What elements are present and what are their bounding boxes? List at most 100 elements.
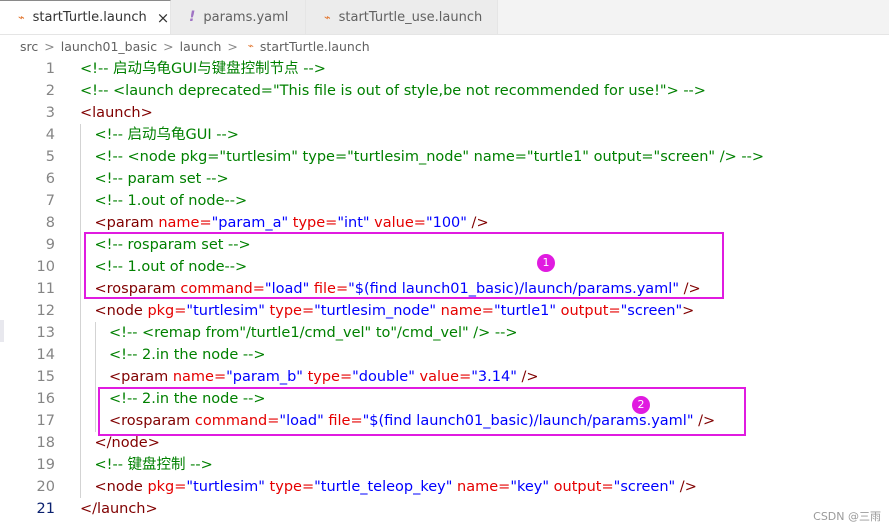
code-text: <node pkg="turtlesim" type="turtlesim_no… (95, 300, 695, 322)
indent-guide (94, 322, 96, 344)
indent-guide (80, 454, 81, 476)
indent-guide (80, 256, 81, 278)
code-token: <!-- 启动乌龟GUI与键盘控制节点 --> (80, 61, 326, 77)
code-token: "screen" (620, 303, 683, 319)
code-token: type= (288, 215, 338, 231)
code-token: <launch> (80, 105, 153, 121)
code-token: name= (168, 369, 227, 385)
annotation-box-1 (84, 232, 724, 299)
indent-guide (80, 410, 81, 432)
code-line[interactable]: 3 <launch> (0, 102, 889, 124)
code-token: "int" (337, 215, 370, 231)
line-number: 14 (36, 347, 55, 363)
rss-icon: ⌁ (18, 11, 25, 24)
code-line[interactable]: 2 <!-- <launch deprecated="This file is o… (0, 80, 889, 102)
tab-starturtle-use-launch[interactable]: ⌁ startTurtle_use.launch (306, 0, 498, 34)
chevron-right-icon: > (44, 38, 55, 54)
code-token: "turtlesim" (186, 479, 265, 495)
indent-guide (94, 388, 96, 410)
code-token: <!-- 1.out of node--> (94, 193, 248, 209)
code-token: "100" (425, 215, 467, 231)
annotation-box-2 (98, 387, 746, 436)
code-token: <!-- 键盘控制 --> (94, 457, 213, 473)
tab-label: startTurtle_use.launch (338, 9, 483, 25)
code-token: name= (452, 479, 511, 495)
indent-guide (80, 124, 81, 146)
code-text: <node pkg="turtlesim" type="turtle_teleo… (95, 476, 697, 498)
code-token: <!-- <node pkg="turtlesim" type="turtles… (94, 149, 764, 165)
code-token: output= (549, 479, 614, 495)
line-number: 16 (36, 391, 55, 407)
line-number: 11 (36, 281, 55, 297)
code-text: <!-- <remap from"/turtle1/cmd_vel" to"/c… (109, 322, 518, 344)
code-text: <!-- 2.in the node --> (109, 344, 266, 366)
line-number: 2 (45, 83, 55, 99)
tab-params-yaml[interactable]: ! params.yaml (171, 0, 306, 34)
code-text: </launch> (80, 498, 158, 520)
code-token: "screen" (613, 479, 676, 495)
indent-guide (94, 366, 96, 388)
code-line[interactable]: 14 <!-- 2.in the node --> (0, 344, 889, 366)
code-line[interactable]: 13 <!-- <remap from"/turtle1/cmd_vel" to"… (0, 322, 889, 344)
line-number: 19 (36, 457, 55, 473)
code-text: <!-- <launch deprecated="This file is ou… (80, 80, 706, 102)
code-token: <!-- param set --> (94, 171, 229, 187)
indent-guide (80, 366, 81, 388)
indent-guide (80, 300, 81, 322)
rss-icon: ⌁ (247, 40, 254, 52)
line-number: 21 (36, 501, 55, 517)
indent-guide (80, 168, 81, 190)
code-token: "double" (352, 369, 415, 385)
code-line[interactable]: 4 <!-- 启动乌龟GUI --> (0, 124, 889, 146)
code-token: output= (556, 303, 621, 319)
breadcrumb: src > launch01_basic > launch > ⌁ startT… (0, 35, 889, 57)
code-text: <!-- 键盘控制 --> (95, 454, 213, 476)
indent-guide (80, 190, 81, 212)
breadcrumb-item[interactable]: launch01_basic (61, 39, 157, 54)
tab-label: startTurtle.launch (32, 10, 147, 25)
tab-bar: ⌁ startTurtle.launch × ! params.yaml ⌁ s… (0, 0, 889, 35)
code-token: <node (94, 479, 143, 495)
code-line[interactable]: 7 <!-- 1.out of node--> (0, 190, 889, 212)
rss-icon: ⌁ (324, 10, 331, 24)
tab-starturtle-launch[interactable]: ⌁ startTurtle.launch × (0, 0, 171, 34)
close-icon[interactable]: × (157, 9, 170, 27)
code-token: "3.14" (471, 369, 517, 385)
line-number: 6 (45, 171, 55, 187)
breadcrumb-item[interactable]: src (20, 39, 38, 54)
code-token: type= (264, 479, 315, 495)
code-token: type= (264, 303, 315, 319)
indent-guide (80, 388, 81, 410)
breadcrumb-item[interactable]: launch (180, 39, 222, 54)
line-number: 13 (36, 325, 55, 341)
code-line[interactable]: 15 <param name="param_b" type="double" va… (0, 366, 889, 388)
line-number: 3 (45, 105, 55, 121)
code-token: "param_a" (211, 215, 289, 231)
code-token: "turtle_teleop_key" (314, 479, 453, 495)
indent-guide (80, 344, 81, 366)
code-line[interactable]: 5 <!-- <node pkg="turtlesim" type="turtle… (0, 146, 889, 168)
code-line[interactable]: 19 <!-- 键盘控制 --> (0, 454, 889, 476)
breadcrumb-item[interactable]: startTurtle.launch (260, 39, 370, 54)
code-token: value= (369, 215, 426, 231)
line-number: 15 (36, 369, 55, 385)
code-token: "key" (510, 479, 550, 495)
code-line[interactable]: 8 <param name="param_a" type="int" value=… (0, 212, 889, 234)
indent-guide (80, 278, 81, 300)
code-token: <param (109, 369, 169, 385)
code-token: <!-- <remap from"/turtle1/cmd_vel" to"/c… (109, 325, 518, 341)
code-token: "turtle1" (493, 303, 557, 319)
code-line[interactable]: 1 <!-- 启动乌龟GUI与键盘控制节点 --> (0, 58, 889, 80)
code-text: <!-- 启动乌龟GUI --> (95, 124, 239, 146)
code-token: name= (436, 303, 494, 319)
code-text: <param name="param_b" type="double" valu… (109, 366, 539, 388)
code-text: <!-- 1.out of node--> (95, 190, 248, 212)
code-token: /> (675, 479, 697, 495)
code-line[interactable]: 6 <!-- param set --> (0, 168, 889, 190)
code-token: > (682, 303, 695, 319)
indent-guide (80, 146, 81, 168)
code-line[interactable]: 21 </launch> (0, 498, 889, 520)
code-line[interactable]: 20 <node pkg="turtlesim" type="turtle_tel… (0, 476, 889, 498)
code-token: "turtlesim" (186, 303, 265, 319)
code-line[interactable]: 12 <node pkg="turtlesim" type="turtlesim_… (0, 300, 889, 322)
